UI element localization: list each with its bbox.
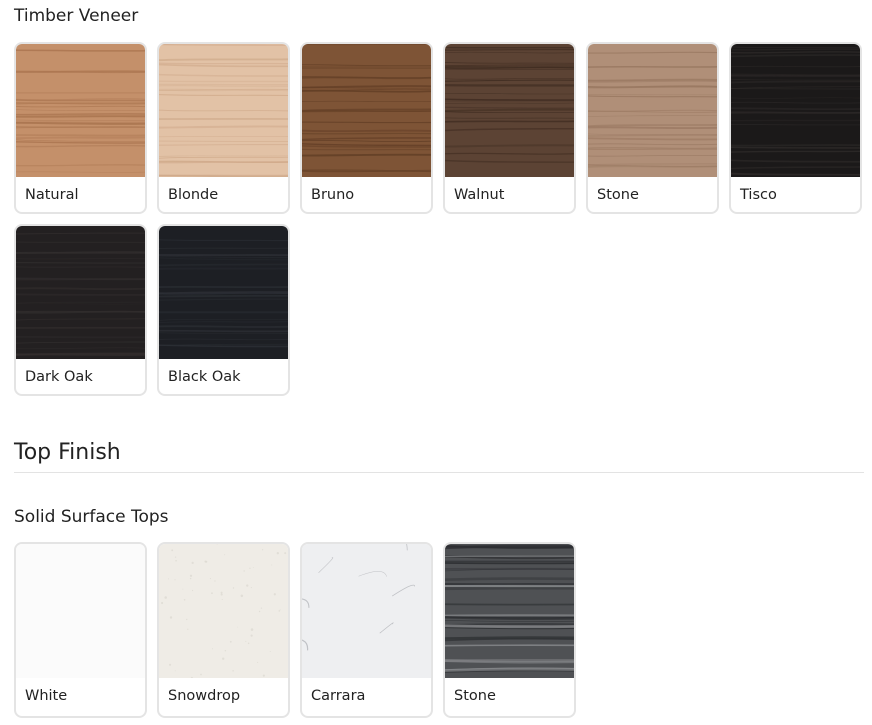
swatch-label: Carrara — [311, 688, 366, 704]
top-finish-heading: Top Finish — [14, 440, 121, 465]
stone-veneer-swatch — [588, 44, 717, 177]
swatch-label: Stone — [454, 688, 496, 704]
swatch-label: Blonde — [168, 187, 219, 203]
swatch-card-stone[interactable]: Stone — [443, 542, 576, 718]
timber-veneer-grid: Natural Blonde Bruno Walnut Stone Tisco Dark O… — [14, 42, 862, 396]
snowdrop-surface-swatch — [159, 544, 288, 678]
swatch-card-stone[interactable]: Stone — [586, 42, 719, 214]
white-surface-swatch — [16, 544, 145, 678]
swatch-label: Bruno — [311, 187, 355, 203]
swatch-card-white[interactable]: White — [14, 542, 147, 718]
swatch-label: Black Oak — [168, 369, 241, 385]
solid-surface-heading: Solid Surface Tops — [14, 507, 169, 527]
bruno-veneer-swatch — [302, 44, 431, 177]
swatch-label: Dark Oak — [25, 369, 93, 385]
dark-oak-veneer-swatch — [16, 226, 145, 359]
swatch-card-walnut[interactable]: Walnut — [443, 42, 576, 214]
swatch-label: Walnut — [454, 187, 505, 203]
swatch-card-bruno[interactable]: Bruno — [300, 42, 433, 214]
swatch-card-blonde[interactable]: Blonde — [157, 42, 290, 214]
swatch-card-natural[interactable]: Natural — [14, 42, 147, 214]
swatch-card-black-oak[interactable]: Black Oak — [157, 224, 290, 396]
swatch-label: Stone — [597, 187, 639, 203]
tisco-veneer-swatch — [731, 44, 860, 177]
solid-surface-grid: White Snowdrop Carrara Stone — [14, 542, 862, 718]
swatch-card-snowdrop[interactable]: Snowdrop — [157, 542, 290, 718]
swatch-card-carrara[interactable]: Carrara — [300, 542, 433, 718]
swatch-card-dark-oak[interactable]: Dark Oak — [14, 224, 147, 396]
swatch-label: Tisco — [740, 187, 777, 203]
timber-veneer-heading: Timber Veneer — [14, 6, 139, 26]
blonde-veneer-swatch — [159, 44, 288, 177]
swatch-label: White — [25, 688, 68, 704]
swatch-label: Natural — [25, 187, 79, 203]
swatch-label: Snowdrop — [168, 688, 241, 704]
stone-surface-swatch — [445, 544, 574, 678]
natural-veneer-swatch — [16, 44, 145, 177]
carrara-marble-swatch — [302, 544, 431, 678]
walnut-veneer-swatch — [445, 44, 574, 177]
section-divider — [14, 472, 864, 473]
black-oak-veneer-swatch — [159, 226, 288, 359]
swatch-card-tisco[interactable]: Tisco — [729, 42, 862, 214]
